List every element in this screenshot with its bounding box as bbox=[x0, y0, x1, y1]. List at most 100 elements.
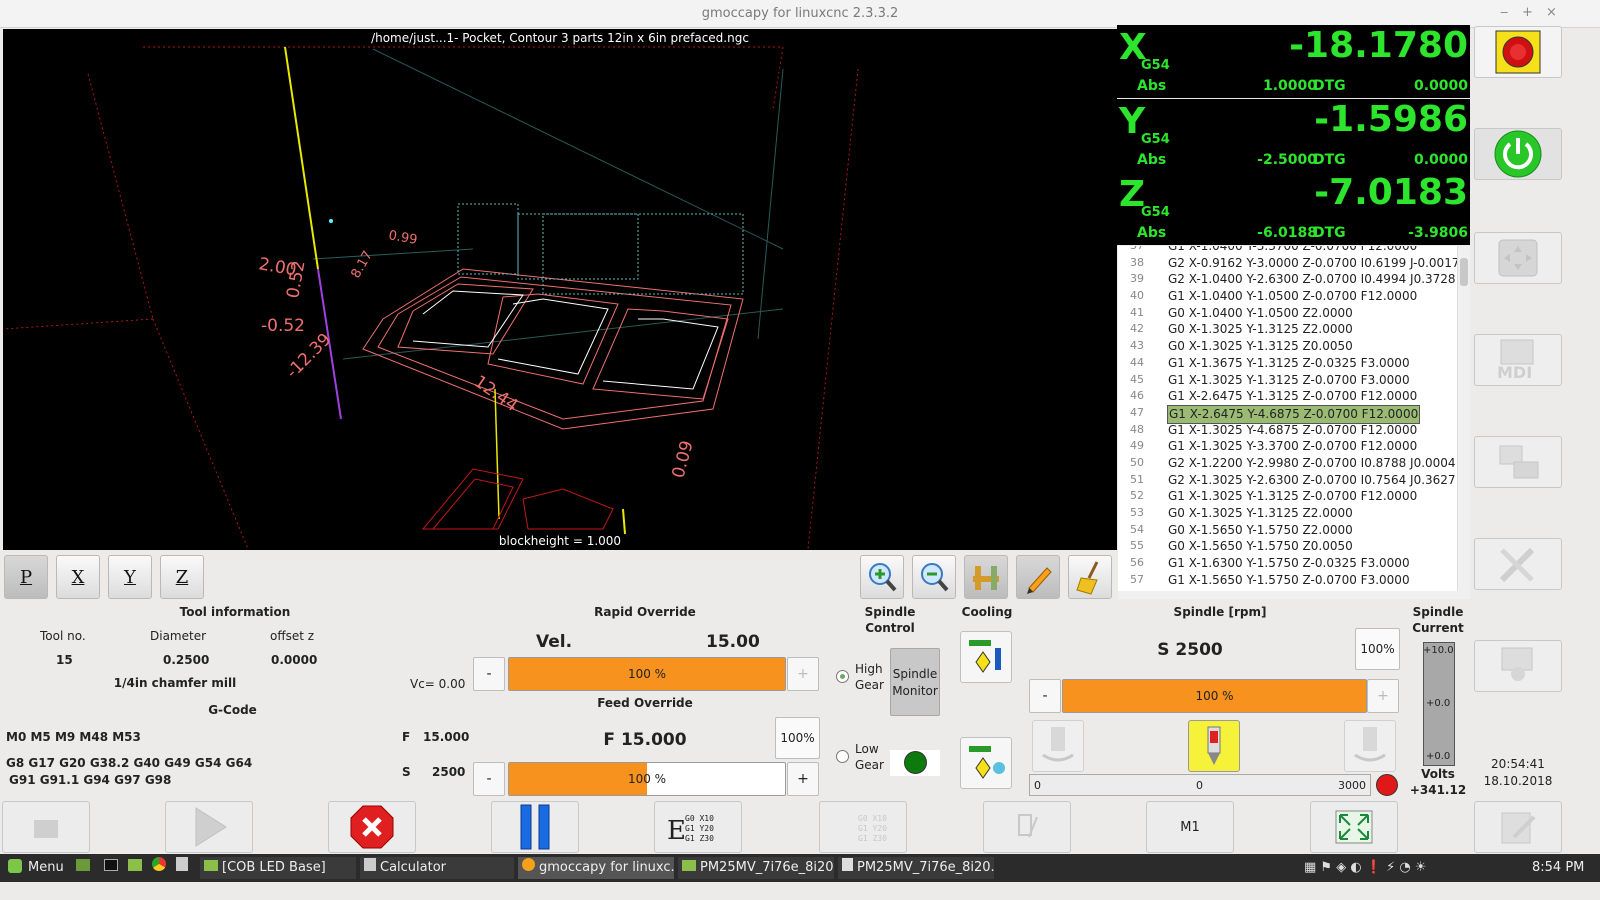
dro-coord-system: G54 bbox=[1141, 205, 1170, 220]
stop-button[interactable] bbox=[328, 801, 416, 853]
feed-plus-button[interactable]: + bbox=[787, 762, 819, 796]
settings-button[interactable] bbox=[1474, 538, 1562, 590]
clock-time: 20:54:41 bbox=[1491, 757, 1545, 771]
gcode-line[interactable]: 51 G2 X-1.3025 Y-2.6300 Z-0.0700 I0.7564 … bbox=[1118, 472, 1470, 489]
gcode-line[interactable]: 54 G0 X-1.5650 Y-1.5750 Z2.0000 bbox=[1118, 522, 1470, 539]
gcode-line[interactable]: 45 G1 X-1.3025 Y-1.3125 Z-0.0700 F3.0000 bbox=[1118, 372, 1470, 389]
gcode-line[interactable]: 48 G1 X-1.3025 Y-4.6875 Z-0.0700 F12.0000 bbox=[1118, 422, 1470, 439]
jog-pad-icon bbox=[1498, 239, 1538, 277]
gcode-line[interactable]: 38 G2 X-0.9162 Y-3.0000 Z-0.0700 I0.6199 … bbox=[1118, 255, 1470, 272]
taskbar-item[interactable]: Calculator bbox=[360, 857, 514, 879]
gcode-line[interactable]: 43 G0 X-1.3025 Y-1.3125 Z0.0050 bbox=[1118, 338, 1470, 355]
gcode-line-number: 42 bbox=[1130, 322, 1144, 336]
start-menu[interactable]: Menu bbox=[4, 857, 64, 879]
minimize-button[interactable]: ‒ bbox=[1500, 5, 1508, 20]
show-dimensions-button[interactable] bbox=[964, 555, 1008, 599]
gcode-line[interactable]: 50 G2 X-1.2200 Y-2.9980 Z-0.0700 I0.8788 … bbox=[1118, 455, 1470, 472]
view-p-button[interactable]: P bbox=[4, 555, 48, 599]
dro-dtg-value: -3.9806 bbox=[1408, 225, 1468, 241]
gcode-line[interactable]: 49 G1 X-1.3025 Y-3.3700 Z-0.0700 F12.0000 bbox=[1118, 438, 1470, 455]
dro-dtg-label: DTG bbox=[1313, 78, 1346, 94]
user-tabs-button[interactable] bbox=[1474, 640, 1562, 692]
gcode-line[interactable]: 41 G0 X-1.0400 Y-1.0500 Z2.0000 bbox=[1118, 305, 1470, 322]
mdi-button[interactable]: MDI bbox=[1474, 334, 1562, 386]
rapid-override-slider[interactable]: 100 % bbox=[508, 657, 786, 691]
gcode-line[interactable]: 46 G1 X-2.6475 Y-1.3125 Z-0.0700 F12.0000 bbox=[1118, 388, 1470, 405]
gcode-line[interactable]: 53 G0 X-1.3025 Y-1.3125 Z2.0000 bbox=[1118, 505, 1470, 522]
high-gear-radio[interactable] bbox=[836, 670, 849, 683]
m1-button[interactable]: M1 bbox=[1146, 801, 1234, 853]
taskbar-item[interactable]: PM25MV_7i76e_8i20... bbox=[838, 857, 994, 879]
gcode-line[interactable]: 57 G1 X-1.5650 Y-1.5750 Z-0.0700 F3.0000 bbox=[1118, 572, 1470, 589]
edit-button[interactable] bbox=[1474, 801, 1562, 853]
spindle-override-slider[interactable]: 100 % bbox=[1062, 679, 1367, 713]
spindle-reverse-button[interactable] bbox=[1032, 720, 1084, 772]
feed-minus-button[interactable]: - bbox=[473, 762, 505, 796]
chrome-icon[interactable] bbox=[148, 857, 168, 879]
files-icon[interactable] bbox=[124, 857, 144, 879]
gcode-line[interactable]: 52 G1 X-1.3025 Y-1.3125 Z-0.0700 F12.0000 bbox=[1118, 488, 1470, 505]
show-path-button[interactable] bbox=[1016, 555, 1060, 599]
spindle-minus-button[interactable]: - bbox=[1029, 679, 1061, 713]
taskbar-item[interactable]: PM25MV_7i76e_8i20 bbox=[678, 857, 834, 879]
fullscreen-button[interactable] bbox=[1310, 801, 1398, 853]
spindle-reset-button[interactable]: 100% bbox=[1355, 628, 1400, 670]
system-tray[interactable]: ▦ ⚑ ◈ ◐ ❗ ⚡ ◔ ☀ bbox=[1300, 857, 1520, 879]
rapid-minus-button[interactable]: - bbox=[473, 657, 505, 691]
spindle-forward-button[interactable] bbox=[1344, 720, 1396, 772]
gcode-preview[interactable]: /home/just...1- Pocket, Contour 3 parts … bbox=[3, 29, 1117, 550]
pause-button[interactable] bbox=[491, 801, 579, 853]
vc-value: Vc= 0.00 bbox=[410, 677, 466, 691]
gcode-line[interactable]: 37 G1 X-1.0400 Y-3.3700 Z-0.0700 F12.0000 bbox=[1118, 246, 1470, 255]
feed-reset-button[interactable]: 100% bbox=[775, 717, 820, 759]
close-button[interactable]: × bbox=[1546, 5, 1557, 20]
view-z-button[interactable]: Z bbox=[160, 555, 204, 599]
feed-override-slider[interactable]: 100 % bbox=[508, 762, 786, 796]
gcode-view[interactable]: 37 G1 X-1.0400 Y-3.3700 Z-0.0700 F12.0000… bbox=[1118, 246, 1470, 591]
estop-button[interactable] bbox=[1474, 26, 1562, 78]
gcode-line[interactable]: 56 G1 X-1.6300 Y-1.5750 Z-0.0325 F3.0000 bbox=[1118, 555, 1470, 572]
flood-coolant-icon bbox=[969, 640, 1001, 673]
clear-plot-button[interactable] bbox=[1068, 555, 1112, 599]
rapid-plus-button[interactable]: + bbox=[787, 657, 819, 691]
zoom-in-button[interactable] bbox=[860, 555, 904, 599]
flood-button[interactable] bbox=[960, 631, 1012, 683]
manual-mode-button[interactable] bbox=[1474, 232, 1562, 284]
auto-mode-button[interactable] bbox=[1474, 436, 1562, 488]
machine-on-button[interactable] bbox=[1474, 128, 1562, 180]
step-button[interactable]: E G0 X10 G1 Y20 G1 Z30 bbox=[654, 801, 742, 853]
emergency-stop-icon bbox=[1495, 30, 1541, 74]
view-y-button[interactable]: Y bbox=[108, 555, 152, 599]
run-button[interactable] bbox=[165, 801, 253, 853]
view-x-button[interactable]: X bbox=[56, 555, 100, 599]
gcode-scrollbar[interactable] bbox=[1457, 246, 1470, 591]
optional-skip-button[interactable] bbox=[983, 801, 1071, 853]
gcode-line[interactable]: 55 G0 X-1.5650 Y-1.5750 Z0.0050 bbox=[1118, 538, 1470, 555]
terminal-icon[interactable] bbox=[100, 857, 120, 879]
gcode-line[interactable]: 39 G2 X-1.0400 Y-2.6300 Z-0.0700 I0.4994 … bbox=[1118, 271, 1470, 288]
taskbar-item-active[interactable]: gmoccapy for linuxc... bbox=[518, 857, 674, 879]
run-from-line-button[interactable]: G0 X10 G1 Y20 G1 Z30 bbox=[819, 801, 907, 853]
calculator-launcher-icon[interactable] bbox=[172, 857, 192, 879]
spindle-monitor-button[interactable]: Spindle Monitor bbox=[890, 648, 940, 716]
dro-x[interactable]: X G54 -18.1780 Abs 1.0000 DTG 0.0000 bbox=[1117, 25, 1470, 98]
low-gear-radio[interactable] bbox=[836, 750, 849, 763]
mist-button[interactable] bbox=[960, 737, 1012, 789]
gcode-line-number: 44 bbox=[1130, 355, 1144, 369]
gcode-line[interactable]: 44 G1 X-1.3675 Y-1.3125 Z-0.0325 F3.0000 bbox=[1118, 355, 1470, 372]
gcode-line[interactable]: 42 G0 X-1.3025 Y-1.3125 Z2.0000 bbox=[1118, 321, 1470, 338]
open-file-button[interactable] bbox=[2, 801, 90, 853]
taskbar-item[interactable]: [COB LED Base] bbox=[200, 857, 356, 879]
dro-z[interactable]: Z G54 -7.0183 Abs -6.0188 DTG -3.9806 bbox=[1117, 172, 1470, 245]
zoom-out-button[interactable] bbox=[912, 555, 956, 599]
gcode-hscrollbar[interactable] bbox=[1118, 591, 1470, 599]
spindle-current-header-2: Current bbox=[1412, 621, 1464, 635]
spindle-rpm-header: Spindle [rpm] bbox=[1173, 605, 1267, 619]
spindle-stop-button[interactable] bbox=[1188, 720, 1240, 772]
spindle-plus-button[interactable]: + bbox=[1367, 679, 1399, 713]
gcode-line[interactable]: 40 G1 X-1.0400 Y-1.0500 Z-0.0700 F12.0000 bbox=[1118, 288, 1470, 305]
gcode-line[interactable]: 47 G1 X-2.6475 Y-4.6875 Z-0.0700 F12.0000 bbox=[1118, 404, 1470, 424]
show-desktop-icon[interactable] bbox=[72, 857, 92, 879]
dro-y[interactable]: Y G54 -1.5986 Abs -2.5000 DTG 0.0000 bbox=[1117, 99, 1470, 172]
maximize-button[interactable]: + bbox=[1522, 5, 1533, 20]
